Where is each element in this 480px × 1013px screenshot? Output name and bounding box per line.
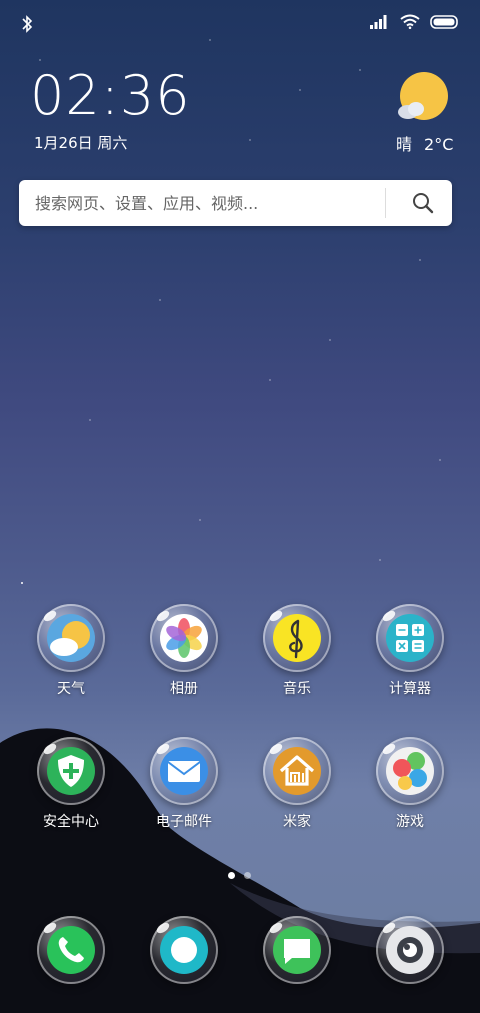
email-icon: [150, 737, 218, 805]
search-icon[interactable]: [409, 189, 437, 217]
dock-messages[interactable]: [247, 916, 347, 984]
app-label: 音乐: [283, 681, 311, 697]
page-indicator[interactable]: [228, 872, 251, 879]
mijia-icon: [263, 737, 331, 805]
dock-phone[interactable]: [21, 916, 121, 984]
search-divider: [385, 188, 386, 218]
browser-icon: [150, 916, 218, 984]
page-dot[interactable]: [244, 872, 251, 879]
app-label: 安全中心: [43, 814, 99, 830]
weather-icon: [37, 604, 105, 672]
dock-camera[interactable]: [360, 916, 460, 984]
app-label: 米家: [283, 814, 311, 830]
app-label: 电子邮件: [156, 814, 212, 830]
app-email[interactable]: 电子邮件: [134, 737, 234, 831]
clock-date[interactable]: 1月26日 周六: [34, 132, 127, 153]
music-icon: [263, 604, 331, 672]
page-dot-active[interactable]: [228, 872, 235, 879]
app-weather[interactable]: 天气: [21, 604, 121, 698]
signal-icon: [370, 14, 387, 29]
app-label: 天气: [57, 681, 85, 697]
security-icon: [37, 737, 105, 805]
weather-temperature: 2°C: [424, 135, 454, 154]
weather-condition: 晴: [396, 135, 413, 154]
app-label: 相册: [170, 681, 198, 697]
app-label: 计算器: [389, 681, 431, 697]
camera-icon: [376, 916, 444, 984]
games-icon: [376, 737, 444, 805]
bluetooth-icon: [22, 15, 33, 33]
search-input[interactable]: [19, 180, 400, 226]
gallery-icon: [150, 604, 218, 672]
search-bar: [19, 180, 452, 226]
sunny-cloud-icon[interactable]: [396, 72, 450, 126]
app-games[interactable]: 游戏: [360, 737, 460, 831]
phone-icon: [37, 916, 105, 984]
weather-widget[interactable]: 晴 2°C: [396, 131, 465, 155]
app-security[interactable]: 安全中心: [21, 737, 121, 831]
dock-browser[interactable]: [134, 916, 234, 984]
app-label: 游戏: [396, 814, 424, 830]
messages-icon: [263, 916, 331, 984]
app-music[interactable]: 音乐: [247, 604, 347, 698]
app-calculator[interactable]: 计算器: [360, 604, 460, 698]
wifi-icon: [400, 14, 420, 29]
app-gallery[interactable]: 相册: [134, 604, 234, 698]
status-bar: [0, 0, 480, 50]
clock-time[interactable]: 02:36: [30, 64, 191, 127]
battery-icon: [430, 14, 458, 29]
calculator-icon: [376, 604, 444, 672]
app-mijia[interactable]: 米家: [247, 737, 347, 831]
